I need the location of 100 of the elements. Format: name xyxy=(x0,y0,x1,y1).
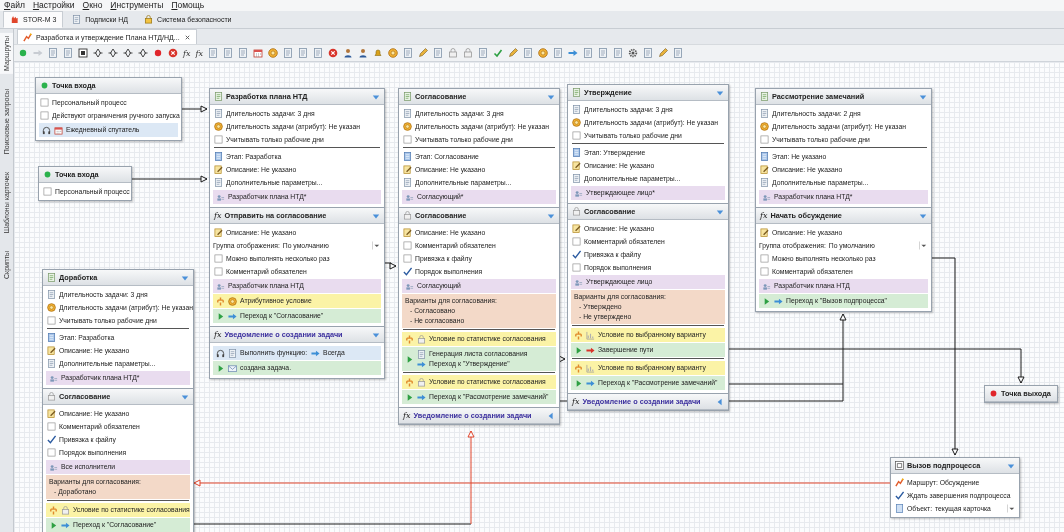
calendar-icon[interactable] xyxy=(252,48,263,58)
coin-icon[interactable] xyxy=(387,48,398,58)
coin-icon[interactable] xyxy=(537,48,548,58)
checkbox[interactable] xyxy=(43,187,52,196)
checkbox[interactable] xyxy=(47,435,56,444)
dot-icon xyxy=(989,389,998,398)
coin-icon xyxy=(760,122,769,131)
fork-icon[interactable] xyxy=(138,48,148,58)
arrow-icon xyxy=(61,520,70,530)
checkbox[interactable] xyxy=(214,135,223,144)
menu-item[interactable]: Настройки xyxy=(32,0,75,11)
person-icon[interactable] xyxy=(342,48,353,58)
document-icon[interactable] xyxy=(48,48,58,58)
checkbox[interactable] xyxy=(572,237,581,246)
document-icon[interactable] xyxy=(552,48,563,58)
document-icon[interactable] xyxy=(63,48,73,58)
fork-icon[interactable] xyxy=(93,48,103,58)
document-icon[interactable] xyxy=(582,48,593,58)
document-icon[interactable] xyxy=(297,48,308,58)
gear-icon[interactable] xyxy=(627,48,638,58)
caret-icon[interactable] xyxy=(547,411,555,420)
checkbox[interactable] xyxy=(572,250,581,259)
stop-icon[interactable] xyxy=(327,48,338,58)
caret-icon[interactable] xyxy=(919,211,927,220)
close-icon[interactable] xyxy=(183,33,191,41)
document-icon xyxy=(403,109,412,118)
caret-icon[interactable] xyxy=(181,392,189,401)
checkbox[interactable] xyxy=(760,254,769,263)
caret-icon[interactable] xyxy=(547,211,555,220)
checkbox[interactable] xyxy=(40,98,49,107)
person-icon[interactable] xyxy=(357,48,368,58)
document-icon[interactable] xyxy=(597,48,608,58)
checkbox[interactable] xyxy=(895,491,904,500)
checkbox[interactable] xyxy=(403,267,412,276)
document-icon[interactable] xyxy=(477,48,488,58)
dot-icon[interactable] xyxy=(18,48,28,58)
caret-icon[interactable] xyxy=(919,92,927,101)
checkbox[interactable] xyxy=(214,267,223,276)
pencil-icon[interactable] xyxy=(417,48,428,58)
bell-icon[interactable] xyxy=(372,48,383,58)
menu-item[interactable]: Окно xyxy=(82,0,103,11)
checkbox[interactable] xyxy=(40,111,49,120)
checkbox[interactable] xyxy=(47,316,56,325)
caret-icon[interactable] xyxy=(1007,461,1015,470)
fork-icon[interactable] xyxy=(108,48,118,58)
checkbox[interactable] xyxy=(47,422,56,431)
caret-icon[interactable] xyxy=(372,330,380,339)
coin-icon[interactable] xyxy=(267,48,278,58)
checkbox[interactable] xyxy=(572,263,581,272)
calendar-icon xyxy=(54,125,63,135)
document-icon[interactable] xyxy=(282,48,293,58)
document-icon[interactable] xyxy=(207,48,218,58)
checkbox[interactable] xyxy=(403,241,412,250)
lock-icon[interactable] xyxy=(462,48,473,58)
dropdown-icon[interactable] xyxy=(919,241,927,250)
document-icon[interactable] xyxy=(402,48,413,58)
checkbox[interactable] xyxy=(403,254,412,263)
checkbox[interactable] xyxy=(760,135,769,144)
dot-icon[interactable] xyxy=(153,48,163,58)
document-icon[interactable] xyxy=(432,48,443,58)
document-icon xyxy=(403,178,412,187)
menu-item[interactable]: Файл xyxy=(4,0,25,11)
check-icon[interactable] xyxy=(492,48,503,58)
document-icon[interactable] xyxy=(642,48,653,58)
frame-icon[interactable] xyxy=(78,48,88,58)
document-icon[interactable] xyxy=(612,48,623,58)
function-button[interactable]: fx xyxy=(195,48,203,58)
caret-icon[interactable] xyxy=(181,273,189,282)
caret-icon[interactable] xyxy=(372,92,380,101)
document-icon[interactable] xyxy=(672,48,683,58)
caret-icon[interactable] xyxy=(372,211,380,220)
checkbox[interactable] xyxy=(572,131,581,140)
checkbox[interactable] xyxy=(760,267,769,276)
lock-icon[interactable] xyxy=(447,48,458,58)
checkbox[interactable] xyxy=(214,254,223,263)
fork-icon[interactable] xyxy=(123,48,133,58)
menu-item[interactable]: Помощь xyxy=(171,0,205,11)
document-icon[interactable] xyxy=(312,48,323,58)
lock-icon xyxy=(144,15,154,24)
caret-icon[interactable] xyxy=(547,92,555,101)
document-icon[interactable] xyxy=(237,48,248,58)
pencil-icon[interactable] xyxy=(657,48,668,58)
people-icon xyxy=(405,281,414,291)
dropdown-icon[interactable] xyxy=(372,241,380,250)
document-icon xyxy=(214,152,223,161)
document-icon[interactable] xyxy=(222,48,233,58)
checkbox[interactable] xyxy=(403,135,412,144)
arrow-icon[interactable] xyxy=(567,48,578,58)
document-icon[interactable] xyxy=(522,48,533,58)
caret-icon[interactable] xyxy=(716,207,724,216)
pencil-icon[interactable] xyxy=(507,48,518,58)
menu-item[interactable]: Инструменты xyxy=(110,0,164,11)
caret-icon[interactable] xyxy=(716,88,724,97)
lock-icon xyxy=(572,207,581,216)
dropdown-icon[interactable] xyxy=(1007,504,1015,513)
stop-icon[interactable] xyxy=(168,48,178,58)
arrow-icon[interactable] xyxy=(33,48,43,58)
function-button[interactable]: fx xyxy=(183,48,191,58)
checkbox[interactable] xyxy=(47,448,56,457)
caret-icon[interactable] xyxy=(716,397,724,406)
